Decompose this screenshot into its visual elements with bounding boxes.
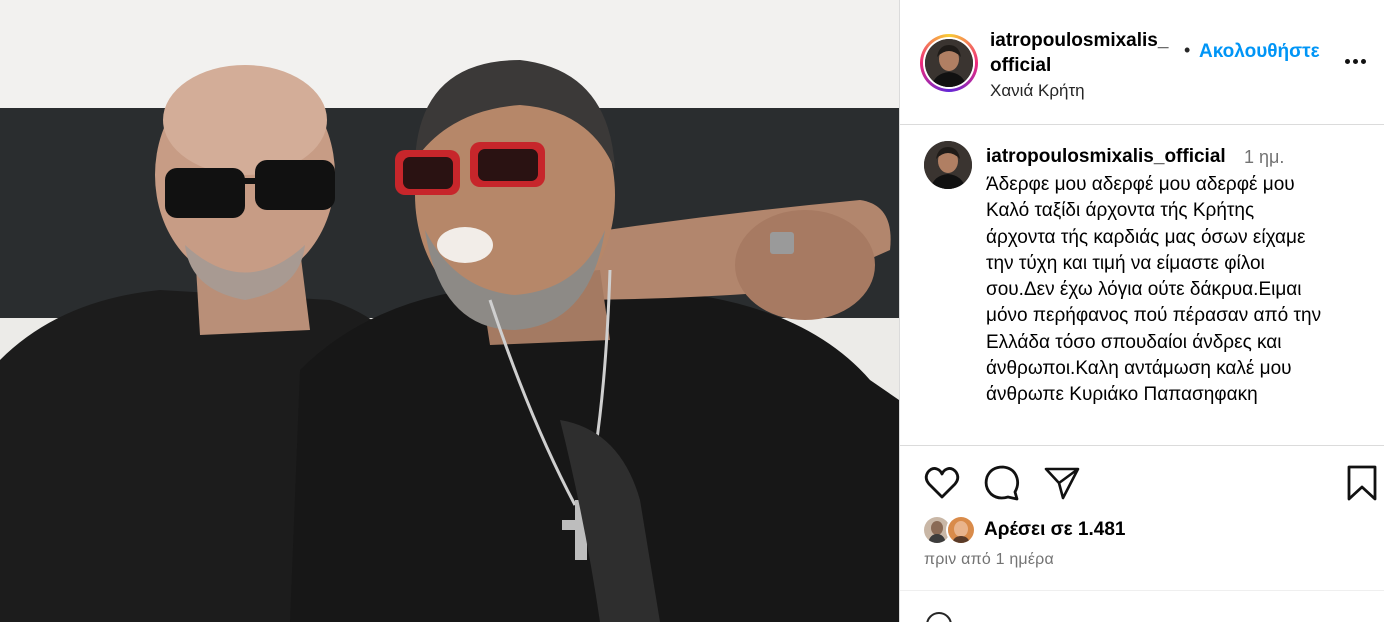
- post-location[interactable]: Χανιά Κρήτη: [990, 81, 1085, 101]
- author-avatar-story-ring[interactable]: [920, 34, 978, 92]
- caption: iatropoulosmixalis_official 1 ημ. Άδερφε…: [900, 125, 1384, 445]
- caption-divider: [900, 445, 1384, 446]
- username-line2[interactable]: official: [990, 53, 1180, 78]
- likes-summary[interactable]: Αρέσει σε 1.481: [922, 514, 1222, 548]
- bookmark-icon[interactable]: [1342, 463, 1382, 503]
- action-bar: [900, 463, 1384, 507]
- caption-text: Άδερφε μου αδερφέ μου αδερφέ μου Καλό τα…: [986, 174, 1322, 406]
- liker-avatar: [946, 515, 976, 545]
- post-header: iatropoulosmixalis_ official • Ακολουθήσ…: [900, 0, 1384, 124]
- share-icon[interactable]: [1042, 463, 1082, 503]
- comment-divider: [900, 590, 1384, 591]
- likes-count[interactable]: Αρέσει σε 1.481: [984, 519, 1125, 541]
- more-options-icon[interactable]: [1343, 56, 1369, 68]
- avatar[interactable]: [925, 39, 973, 87]
- emoji-icon[interactable]: [926, 612, 952, 622]
- separator-dot: •: [1184, 40, 1191, 60]
- username-line1[interactable]: iatropoulosmixalis_: [990, 28, 1180, 53]
- caption-username[interactable]: iatropoulosmixalis_official: [986, 146, 1226, 168]
- follow-button[interactable]: Ακολουθήστε: [1199, 41, 1320, 63]
- caption-avatar[interactable]: [924, 141, 972, 189]
- post-sidebar: iatropoulosmixalis_ official • Ακολουθήσ…: [900, 0, 1384, 622]
- comment-icon[interactable]: [982, 463, 1022, 503]
- post-photo[interactable]: [0, 0, 899, 622]
- post-date[interactable]: πριν από 1 ημέρα: [924, 551, 1054, 569]
- heart-icon[interactable]: [922, 463, 962, 503]
- author-username[interactable]: iatropoulosmixalis_ official: [990, 28, 1180, 78]
- caption-timestamp[interactable]: 1 ημ.: [1244, 147, 1284, 168]
- post-image: [0, 0, 899, 622]
